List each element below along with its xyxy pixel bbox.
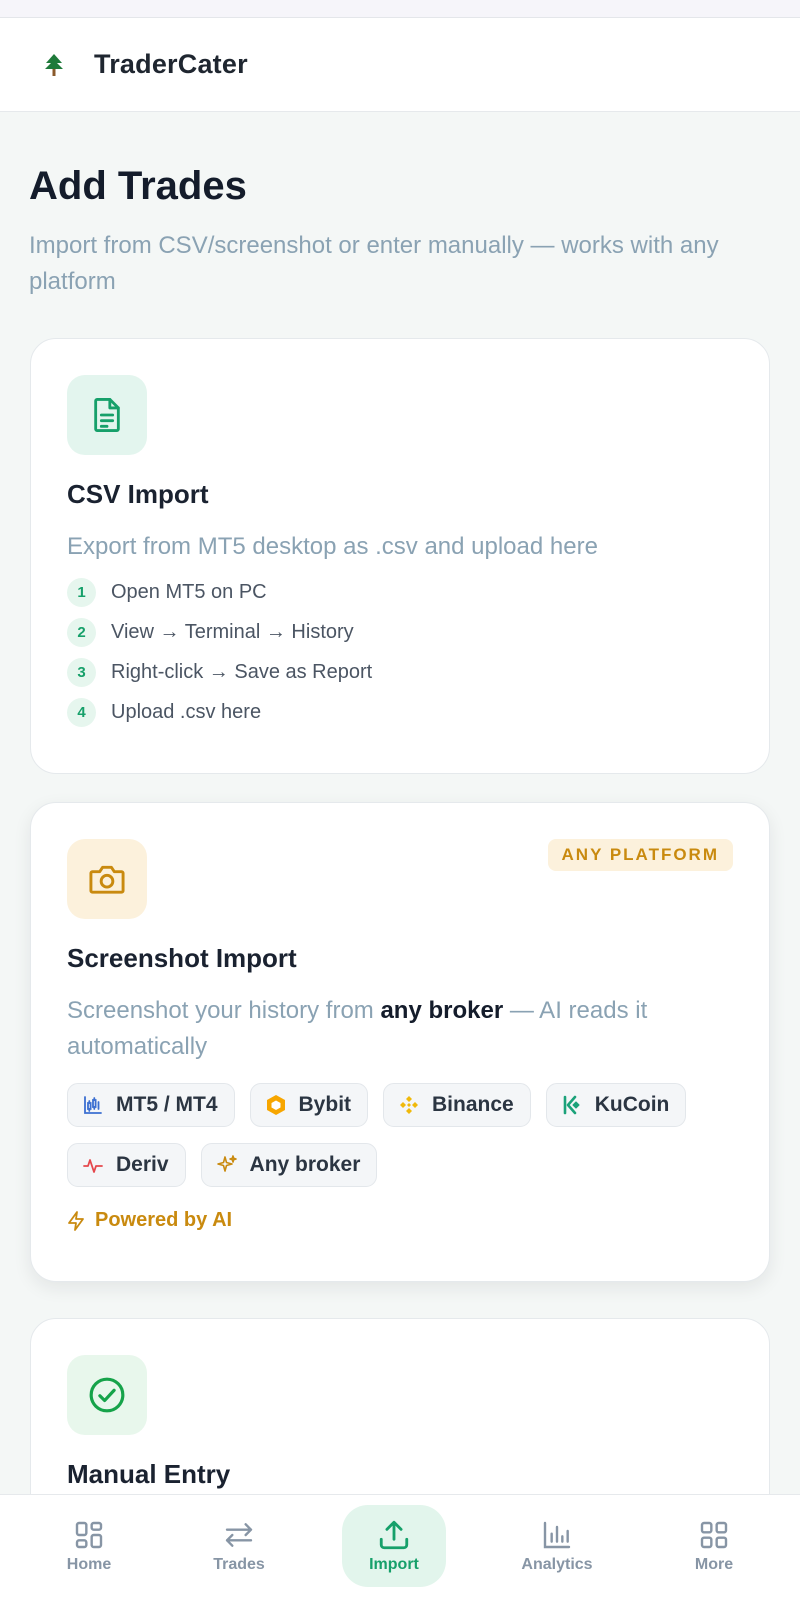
grid-icon [72,1518,106,1552]
step-text: Right-click → Save as Report [111,660,373,683]
nav-label: Import [369,1556,419,1573]
arrows-icon [222,1518,256,1552]
csv-steps-list: 1 Open MT5 on PC 2 View → Terminal → His… [67,577,372,737]
step-number: 3 [67,657,96,687]
csv-import-title: CSV Import [67,479,209,509]
list-item: 3 Right-click → Save as Report [67,657,372,687]
document-icon [67,375,147,455]
platform-chips: MT5 / MT4 Bybit Binance KuCoin Deriv Any… [67,1083,747,1187]
apps-icon [697,1518,731,1552]
powered-by-ai: Powered by AI [67,1209,232,1232]
bar-chart-icon [540,1518,574,1552]
nav-label: Analytics [521,1556,593,1573]
step-text: Open MT5 on PC [111,580,267,603]
chip-label: KuCoin [594,1093,670,1116]
manual-entry-title: Manual Entry [67,1459,231,1489]
app-header: TraderCater [0,18,800,112]
chip-kucoin[interactable]: KuCoin [545,1083,687,1127]
tree-logo-icon [40,51,68,79]
chip-label: Bybit [298,1093,352,1116]
check-circle-icon [67,1355,147,1435]
description-emphasis: any broker [380,997,504,1024]
kucoin-icon [561,1094,583,1116]
chip-any-broker[interactable]: Any broker [200,1143,378,1187]
nav-analytics[interactable]: Analytics [505,1505,609,1587]
page-title: Add Trades [29,164,247,208]
chip-label: Any broker [249,1153,361,1176]
chip-label: Deriv [116,1153,169,1176]
list-item: 2 View → Terminal → History [67,617,372,647]
bottom-nav: Home Trades Import Analytics More [0,1494,800,1599]
status-strip [0,0,800,18]
binance-icon [398,1094,420,1116]
nav-trades[interactable]: Trades [187,1505,291,1587]
brand-name[interactable]: TraderCater [94,49,248,80]
any-platform-badge: ANY PLATFORM [547,839,733,871]
chip-bybit[interactable]: Bybit [249,1083,369,1127]
nav-home[interactable]: Home [37,1505,141,1587]
powered-label: Powered by AI [95,1209,233,1231]
chip-binance[interactable]: Binance [383,1083,531,1127]
sparkles-icon [216,1154,238,1176]
nav-label: Home [66,1556,112,1573]
camera-icon [67,839,147,919]
step-number: 4 [67,697,96,727]
chip-label: MT5 / MT4 [116,1093,218,1116]
chip-label: Binance [432,1093,514,1116]
csv-import-description: Export from MT5 desktop as .csv and uplo… [67,533,598,560]
nav-import[interactable]: Import [342,1505,446,1587]
screenshot-import-title: Screenshot Import [67,943,297,973]
step-number: 2 [67,617,96,647]
chip-mt5-mt4[interactable]: MT5 / MT4 [67,1083,235,1127]
nav-label: Trades [213,1556,265,1573]
page-subtitle: Import from CSV/screenshot or enter manu… [29,232,719,295]
csv-import-card[interactable]: CSV Import Export from MT5 desktop as .c… [30,338,770,774]
list-item: 1 Open MT5 on PC [67,577,372,607]
list-item: 4 Upload .csv here [67,697,372,727]
nav-label: More [694,1556,734,1573]
upload-icon [377,1518,411,1552]
description-text: Screenshot your history from [67,997,381,1024]
step-number: 1 [67,577,96,607]
candlestick-icon [82,1094,104,1116]
nav-more[interactable]: More [662,1505,766,1587]
step-text: View → Terminal → History [111,620,354,643]
screenshot-import-card[interactable]: ANY PLATFORM Screenshot Import Screensho… [30,802,770,1282]
screenshot-import-description: Screenshot your history from any broker … [67,993,727,1065]
lightning-icon [67,1210,87,1231]
chip-deriv[interactable]: Deriv [67,1143,186,1187]
pulse-icon [82,1154,104,1176]
step-text: Upload .csv here [111,700,262,723]
bybit-icon [265,1094,287,1116]
